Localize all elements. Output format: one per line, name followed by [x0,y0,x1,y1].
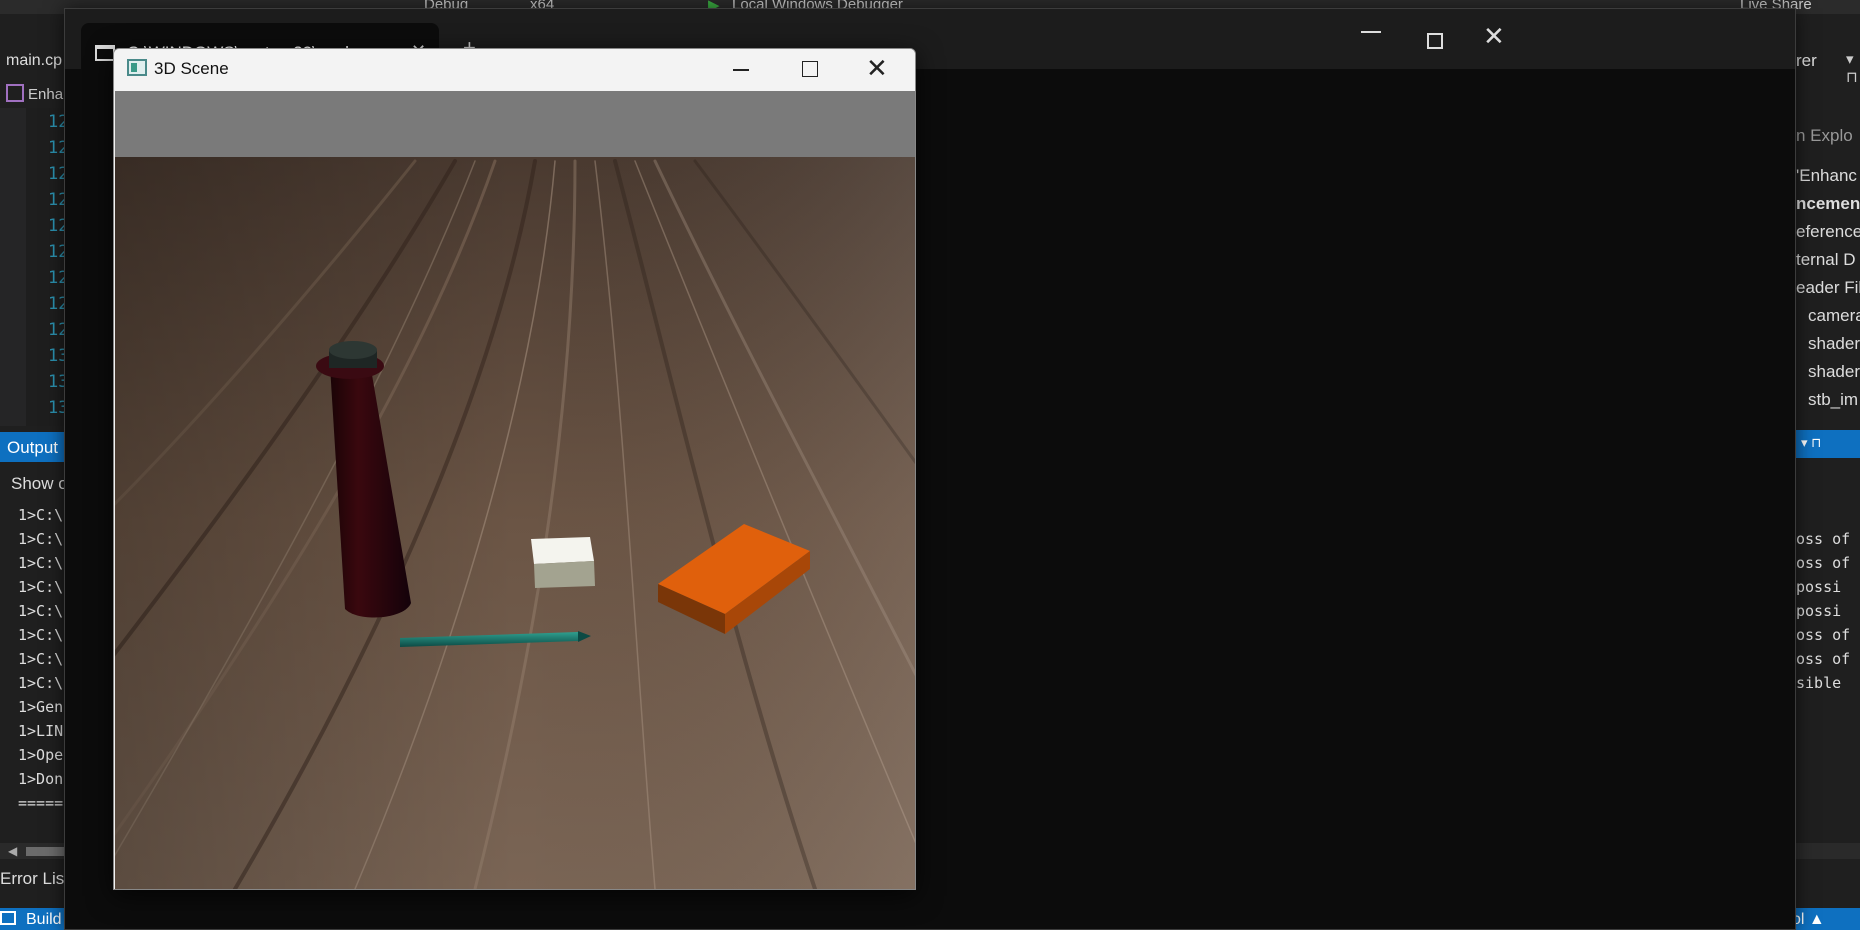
tree-node[interactable]: camera [1808,306,1860,326]
output-line: possi [1796,578,1842,596]
output-hscrollbar[interactable]: ◀ [0,843,70,859]
console-minimize-button[interactable] [1361,31,1381,33]
error-list-tab[interactable]: Error List [0,866,70,892]
console-maximize-button[interactable] [1427,33,1443,49]
scene-viewport[interactable] [115,91,915,889]
project-nav[interactable]: Enha [0,78,70,106]
doc-tab-main[interactable]: main.cp [0,46,70,74]
terminal-icon [95,45,115,61]
output-line: 1>C:\ [18,650,64,668]
project-nav-label: Enha [28,86,64,103]
output-line: 1>C:\ [18,578,64,596]
floor-shading [115,157,915,889]
output-line: 1>C:\ [18,554,64,572]
arrow-up-icon: ▲ [1808,911,1825,928]
output-line: oss of [1796,530,1851,548]
white-cube [531,537,595,588]
status-build[interactable]: Build [0,911,62,929]
tree-node[interactable]: shader [1808,334,1860,354]
console-close-button[interactable]: ✕ [1483,21,1505,52]
solution-explorer-panel: rer ▾ ⊓ n Explo 'Enhanc ncemen eferences… [1796,46,1860,908]
output-line: 1>LIN [18,722,64,740]
output-line: oss of [1796,626,1851,644]
tree-node[interactable]: shader [1808,362,1860,382]
app-window-icon [127,59,147,76]
output-show-from[interactable]: Show o [0,468,70,502]
output-panel-header[interactable]: Output [0,432,70,462]
output-line: 1>Gen [18,698,64,716]
output-line: possi [1796,602,1842,620]
output-line: ===== [18,794,64,812]
tree-node[interactable]: ternal D [1796,250,1856,270]
tree-node[interactable]: ncemen [1796,194,1860,214]
scene-titlebar[interactable]: 3D Scene ✕ [114,49,915,91]
scene-window-title: 3D Scene [154,59,229,78]
tree-node[interactable]: eferences [1796,222,1860,242]
output-line: 1>Ope [18,746,64,764]
solution-explorer-tab[interactable]: rer [1796,51,1817,71]
sky-backdrop [115,91,915,159]
tree-node[interactable]: 'Enhanc [1796,166,1857,186]
output-line: 1>C:\ [18,626,64,644]
solution-search[interactable]: n Explo [1796,126,1853,146]
status-build-label: Build [26,911,62,928]
output-line: 1>C:\ [18,674,64,692]
project-icon [6,84,24,102]
right-hscrollbar[interactable] [1796,843,1860,859]
scene-render [115,91,915,889]
output-log: 1>C:\ 1>C:\ 1>C:\ 1>C:\ 1>C:\ 1>C:\ 1>C:… [0,506,70,816]
output-line: oss of [1796,650,1851,668]
output-line: 1>C:\ [18,530,64,548]
scene-close-button[interactable]: ✕ [866,53,888,84]
build-icon [0,911,16,925]
tree-node[interactable]: stb_im [1808,390,1858,410]
pin-icon[interactable]: ▾ ⊓ [1846,50,1860,86]
output-line: oss of [1796,554,1851,572]
output-line: 1>C:\ [18,506,64,524]
editor-gutter [0,108,26,426]
code-editor[interactable]: 12 12 12 12 12 12 12 12 12 13 13 13 [0,108,70,426]
output-panel-header-right[interactable]: ▾ ⊓ [1796,430,1860,458]
scene-maximize-button[interactable] [802,61,818,77]
scroll-left-icon[interactable]: ◀ [8,844,17,858]
output-line: sible [1796,674,1842,692]
scene-minimize-button[interactable] [733,69,749,71]
tree-node[interactable]: eader Fil [1796,278,1860,298]
output-line: 1>Don [18,770,64,788]
status-source-control[interactable]: ol ▲ [1792,911,1825,929]
scene-window[interactable]: 3D Scene ✕ [113,48,916,890]
output-line: 1>C:\ [18,602,64,620]
